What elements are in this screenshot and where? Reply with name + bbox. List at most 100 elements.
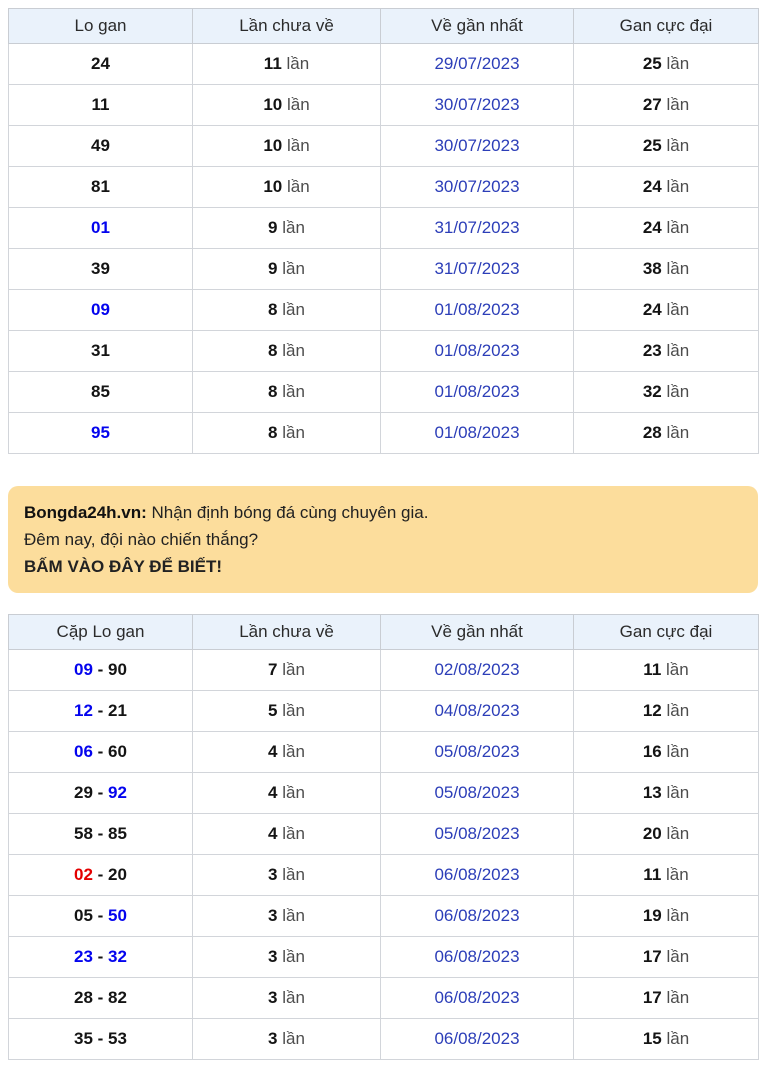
date-link[interactable]: 01/08/2023 [434,423,519,442]
table-row: 35 - 533 lần06/08/202315 lần [9,1019,759,1060]
lo-gan-number[interactable]: 95 [91,423,110,442]
pair-number-a[interactable]: 12 [74,701,93,720]
max-gan-cell: 20 lần [574,814,759,855]
times-missed-cell: 5 lần [193,691,381,732]
max-gan-cell: 17 lần [574,937,759,978]
date-link[interactable]: 05/08/2023 [434,824,519,843]
lo-gan-number[interactable]: 01 [91,218,110,237]
lo-gan-number: 49 [91,136,110,155]
date-link[interactable]: 05/08/2023 [434,783,519,802]
col-header-gan-cuc-dai: Gan cực đại [574,9,759,44]
lo-gan-number[interactable]: 09 [91,300,110,319]
max-gan-cell: 25 lần [574,126,759,167]
pair-separator: - [93,783,108,802]
count-value: 10 [263,95,282,114]
pair-separator: - [93,701,108,720]
date-link[interactable]: 02/08/2023 [434,660,519,679]
col-header-lan-chua-ve: Lần chưa về [193,615,381,650]
pair-number-b: 21 [108,701,127,720]
count-unit: lần [666,1029,689,1048]
count-value: 24 [643,300,662,319]
date-link[interactable]: 06/08/2023 [434,947,519,966]
pair-number-b: 90 [108,660,127,679]
date-link[interactable]: 04/08/2023 [434,701,519,720]
lo-gan-single-table: Lo gan Lần chưa về Về gần nhất Gan cực đ… [8,8,759,454]
date-link[interactable]: 01/08/2023 [434,300,519,319]
pair-separator: - [93,947,108,966]
date-cell: 06/08/2023 [381,1019,574,1060]
date-link[interactable]: 01/08/2023 [434,382,519,401]
count-value: 3 [268,1029,277,1048]
date-link[interactable]: 06/08/2023 [434,988,519,1007]
date-link[interactable]: 06/08/2023 [434,1029,519,1048]
count-value: 11 [643,660,661,679]
count-value: 27 [643,95,662,114]
date-cell: 05/08/2023 [381,773,574,814]
count-unit: lần [666,341,689,360]
date-link[interactable]: 06/08/2023 [434,865,519,884]
pair-number-a[interactable]: 06 [74,742,93,761]
count-unit: lần [282,259,305,278]
pair-number-b[interactable]: 32 [108,947,127,966]
date-cell: 01/08/2023 [381,290,574,331]
pair-number-a: 29 [74,783,93,802]
table-row: 06 - 604 lần05/08/202316 lần [9,732,759,773]
max-gan-cell: 11 lần [574,650,759,691]
pair-separator: - [93,742,108,761]
pair-number-b[interactable]: 92 [108,783,127,802]
count-unit: lần [666,742,689,761]
lo-gan-number: 24 [91,54,110,73]
times-missed-cell: 4 lần [193,773,381,814]
times-missed-cell: 8 lần [193,372,381,413]
date-link[interactable]: 30/07/2023 [434,136,519,155]
pair-number-a: 28 [74,988,93,1007]
max-gan-cell: 32 lần [574,372,759,413]
count-unit: lần [666,423,689,442]
date-link[interactable]: 31/07/2023 [434,259,519,278]
date-cell: 06/08/2023 [381,978,574,1019]
ad-banner[interactable]: Bongda24h.vn: Nhận định bóng đá cùng chu… [8,486,758,593]
count-unit: lần [666,382,689,401]
count-value: 10 [263,177,282,196]
times-missed-cell: 10 lần [193,167,381,208]
count-unit: lần [282,382,305,401]
date-link[interactable]: 30/07/2023 [434,95,519,114]
pair-number-a: 05 [74,906,93,925]
pair-number-b: 53 [108,1029,127,1048]
pair-number-b[interactable]: 50 [108,906,127,925]
date-cell: 29/07/2023 [381,44,574,85]
pair-cell: 02 - 20 [9,855,193,896]
banner-cta-link[interactable]: BẤM VÀO ĐÂY ĐỂ BIẾT! [24,553,742,580]
date-cell: 30/07/2023 [381,126,574,167]
pair-cell: 05 - 50 [9,896,193,937]
times-missed-cell: 4 lần [193,732,381,773]
table-row: 098 lần01/08/202324 lần [9,290,759,331]
max-gan-cell: 24 lần [574,208,759,249]
col-header-lan-chua-ve: Lần chưa về [193,9,381,44]
date-link[interactable]: 29/07/2023 [434,54,519,73]
count-value: 5 [268,701,277,720]
count-value: 17 [643,988,662,1007]
times-missed-cell: 11 lần [193,44,381,85]
date-link[interactable]: 01/08/2023 [434,341,519,360]
date-cell: 02/08/2023 [381,650,574,691]
page-content: Lo gan Lần chưa về Về gần nhất Gan cực đ… [0,0,766,1068]
date-link[interactable]: 06/08/2023 [434,906,519,925]
date-link[interactable]: 05/08/2023 [434,742,519,761]
lo-gan-cell: 81 [9,167,193,208]
count-value: 17 [643,947,662,966]
times-missed-cell: 9 lần [193,249,381,290]
pair-cell: 06 - 60 [9,732,193,773]
table-row: 318 lần01/08/202323 lần [9,331,759,372]
lo-gan-number: 81 [91,177,110,196]
count-value: 4 [268,783,277,802]
times-missed-cell: 8 lần [193,413,381,454]
count-unit: lần [666,300,689,319]
pair-number-a[interactable]: 23 [74,947,93,966]
date-link[interactable]: 30/07/2023 [434,177,519,196]
pair-number-a[interactable]: 02 [74,865,93,884]
pair-number-a[interactable]: 09 [74,660,93,679]
pair-number-b: 85 [108,824,127,843]
lo-gan-cell: 31 [9,331,193,372]
date-link[interactable]: 31/07/2023 [434,218,519,237]
